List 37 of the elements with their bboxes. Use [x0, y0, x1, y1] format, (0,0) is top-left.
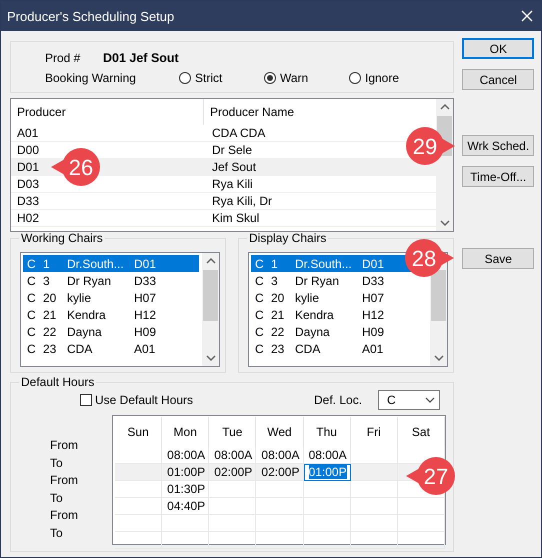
group-title: Default Hours: [19, 376, 96, 389]
producer-code: D00: [17, 143, 40, 157]
producer-name: Jef Sout: [212, 160, 256, 174]
producer-name: Rya Kili: [212, 177, 253, 191]
day-header: Tue: [209, 417, 256, 447]
row-label: From: [50, 473, 78, 487]
row-label: To: [50, 490, 63, 504]
callout-tooltip: 26: [51, 148, 100, 186]
producer-code: D33: [17, 194, 40, 208]
callout-tooltip: 28: [405, 239, 454, 277]
producer-name: Kim Skul: [212, 211, 260, 225]
day-header: Sat: [398, 417, 445, 447]
day-header: Mon: [162, 417, 210, 447]
day-header: Sun: [115, 417, 162, 447]
day-header: Wed: [256, 417, 304, 447]
day-header: Fri: [350, 417, 398, 447]
producer-name: CDA CDA: [212, 126, 266, 140]
window-title: Producer's Scheduling Setup: [7, 8, 174, 24]
producer-code: A01: [17, 126, 38, 140]
row-label: From: [50, 438, 78, 452]
row-label: To: [50, 526, 63, 540]
producer-code: D01: [17, 160, 40, 174]
group-title: Working Chairs: [19, 232, 105, 245]
producer-code: H02: [17, 211, 40, 225]
producer-name: Rya Kili, Dr: [212, 194, 272, 208]
producer-code: D03: [17, 177, 40, 191]
prod-value: D01 Jef Sout: [103, 51, 179, 65]
callout-tooltip: 29: [406, 127, 455, 165]
row-label: From: [50, 508, 78, 522]
prod-label: Prod #: [45, 51, 82, 65]
callout-tooltip: 27: [406, 457, 455, 495]
producer-name: Dr Sele: [212, 143, 252, 157]
day-header: Thu: [304, 417, 351, 447]
booking-warning-label: Booking Warning: [45, 71, 137, 85]
row-label: To: [50, 456, 63, 470]
def-loc-label: Def. Loc.: [314, 393, 364, 407]
group-title: Display Chairs: [247, 232, 328, 245]
